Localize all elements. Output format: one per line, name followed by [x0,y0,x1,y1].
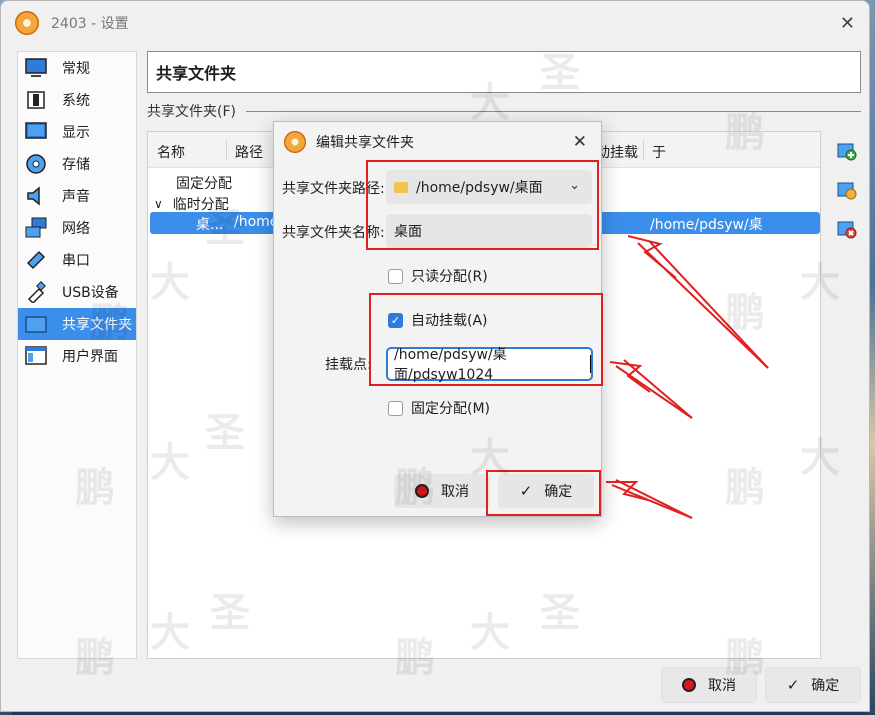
window-title: 2403 - 设置 [51,16,129,32]
cancel-icon [415,484,429,498]
checkbox-label: 固定分配(M) [411,401,491,417]
sidebar-item-label: 系统 [62,93,90,109]
edit-shared-folder-dialog: 编辑共享文件夹 ✕ 共享文件夹路径: /home/pdsyw/桌面 ⌄ 共享文件… [273,121,602,517]
text-cursor [590,355,591,373]
tree-group-fixed[interactable]: 固定分配 [176,172,232,194]
checkbox-box [388,268,403,284]
sidebar-item-system[interactable]: 系统 [18,84,136,116]
column-separator [643,140,644,160]
checkbox-box [388,400,403,416]
dialog-title: 编辑共享文件夹 [316,135,414,151]
chevron-down-icon: ⌄ [569,178,580,193]
sidebar-item-label: 串口 [62,253,90,269]
monitor-icon [24,57,48,79]
serial-icon [24,249,48,271]
folder-icon [24,313,48,335]
speaker-icon [24,185,48,207]
ok-button[interactable]: ✓ 确定 [765,667,861,703]
column-path[interactable]: 路径 [235,142,263,162]
remove-folder-button[interactable] [837,219,857,239]
dialog-ok-button[interactable]: ✓ 确定 [498,474,594,508]
sidebar-item-serial[interactable]: 串口 [18,244,136,276]
group-divider [245,110,861,112]
dialog-cancel-button[interactable]: 取消 [394,474,490,508]
edit-folder-button[interactable] [837,180,857,200]
automount-checkbox[interactable]: ✓ 自动挂载(A) [388,310,488,330]
tree-action-buttons [837,141,857,258]
sidebar-item-audio[interactable]: 声音 [18,180,136,212]
folder-name-value: 桌面 [394,224,422,240]
checkbox-label: 只读分配(R) [411,269,488,285]
mountpoint-input[interactable]: /home/pdsyw/桌面/pdsyw1024 [386,347,593,383]
path-label: 共享文件夹路径: [282,181,385,197]
mountpoint-value: /home/pdsyw/桌面/pdsyw1024 [394,347,507,383]
edit-folder-icon [837,182,857,200]
row-name: 桌... [196,217,224,233]
remove-folder-icon [837,221,857,239]
sidebar-item-label: 声音 [62,189,90,205]
virtualbox-icon [284,131,306,153]
checkbox-label: 自动挂载(A) [411,313,488,329]
network-icon [24,217,48,239]
cancel-button[interactable]: 取消 [661,667,757,703]
group-label: 共享文件夹(F) [147,104,236,120]
column-at[interactable]: 于 [652,142,666,162]
chip-icon [24,89,48,111]
add-folder-button[interactable] [837,141,857,161]
checkmark-icon: ✓ [519,482,533,500]
checkmark-icon: ✓ [388,312,403,328]
folder-path-value: /home/pdsyw/桌面 [416,180,543,196]
checkmark-icon: ✓ [786,676,800,694]
add-folder-icon [837,143,857,161]
sidebar-item-label: 共享文件夹 [62,317,132,333]
sidebar-item-storage[interactable]: 存储 [18,148,136,180]
permanent-checkbox[interactable]: 固定分配(M) [388,398,490,418]
tree-group-label: 固定分配 [176,176,232,192]
cancel-icon [682,678,696,692]
column-automount[interactable]: 动挂载 [596,142,638,162]
button-label: 确定 [811,678,840,694]
row-path: /home [234,214,279,230]
sidebar-item-general[interactable]: 常规 [18,52,136,84]
sidebar-item-label: 用户界面 [62,349,118,365]
page-title: 共享文件夹 [147,51,861,93]
title-bar: 2403 - 设置 [1,1,869,45]
readonly-checkbox[interactable]: 只读分配(R) [388,266,488,286]
tree-group-label: 临时分配 [172,197,229,213]
display-icon [24,121,48,143]
name-label: 共享文件夹名称: [282,225,385,241]
virtualbox-icon [15,11,39,35]
sidebar-item-label: 显示 [62,125,90,141]
folder-path-select[interactable]: /home/pdsyw/桌面 ⌄ [386,170,592,204]
close-window-button[interactable]: ✕ [840,13,855,34]
sidebar-item-shared-folders[interactable]: 共享文件夹 [18,308,136,340]
sidebar-item-label: 常规 [62,61,90,77]
chevron-down-icon[interactable]: ∨ [154,197,163,211]
sidebar-item-display[interactable]: 显示 [18,116,136,148]
sidebar-item-usb[interactable]: USB设备 [18,276,136,308]
sidebar-item-label: 网络 [62,221,90,237]
mountpoint-label: 挂载点: [325,357,372,373]
button-label: 取消 [708,678,736,694]
shared-folders-group: 共享文件夹(F) [147,101,861,121]
disk-icon [24,153,48,175]
dialog-title-bar: 编辑共享文件夹 [274,122,601,162]
usb-icon [24,281,48,303]
sidebar-item-user-interface[interactable]: 用户界面 [18,340,136,372]
row-mount-point: /home/pdsyw/桌面/back··· [650,217,763,253]
folder-name-field[interactable]: 桌面 [386,214,592,248]
column-name[interactable]: 名称 [157,142,185,162]
button-label: 确定 [544,484,573,500]
sidebar-item-label: USB设备 [62,285,119,301]
sidebar-item-label: 存储 [62,157,90,173]
column-separator [226,140,227,160]
window-ui-icon [24,345,48,367]
sidebar-item-network[interactable]: 网络 [18,212,136,244]
dialog-close-button[interactable]: ✕ [573,132,587,152]
folder-icon [394,181,408,193]
shared-folders-page: 共享文件夹 共享文件夹(F) 名称 路径 动挂载 于 固定分配 ∨ 临时分配 桌 [147,51,861,659]
button-label: 取消 [441,484,469,500]
settings-sidebar: 常规 系统 显示 存储 声音 网络 串口 USB设备 共享文件夹 用户界面 [17,51,137,659]
